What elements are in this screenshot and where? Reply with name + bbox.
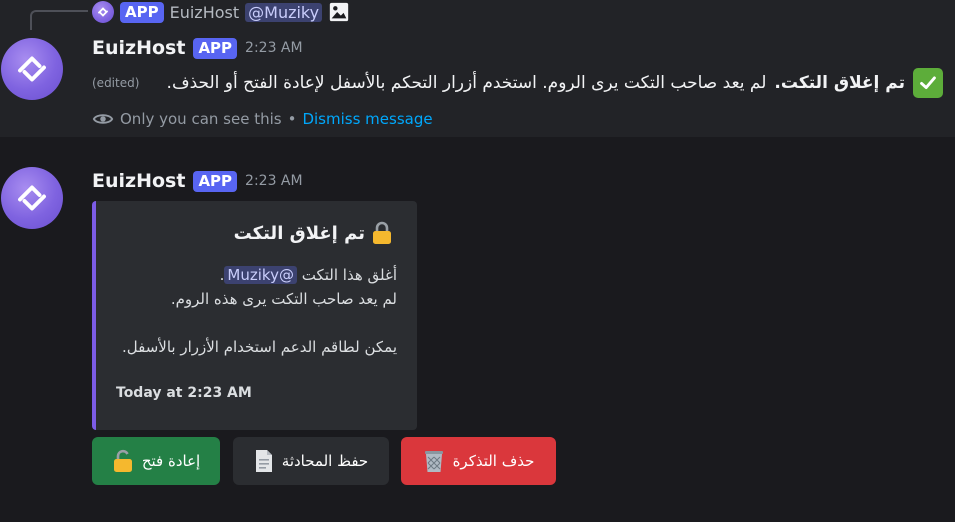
reopen-button[interactable]: إعادة فتح (92, 437, 220, 485)
reply-author-name[interactable]: EuizHost (170, 3, 240, 22)
document-icon (255, 450, 272, 472)
ephemeral-message: APP EuizHost @Muziky EuizHost APP 2:23 A… (0, 0, 955, 137)
reply-app-badge: APP (120, 1, 164, 23)
author-name[interactable]: EuizHost (92, 37, 185, 59)
embed-line-1: أغلق هذا التكت @Muziky. (122, 263, 397, 287)
bot-logo-icon (18, 56, 46, 82)
unlock-icon (113, 449, 132, 472)
embed-card: تم إغلاق التكت أغلق هذا التكت @Muziky. ل… (92, 201, 417, 430)
message-bold-text: تم إغلاق التكت. (774, 73, 905, 93)
author-avatar[interactable] (1, 167, 63, 229)
eye-icon (92, 114, 114, 124)
delete-ticket-button[interactable]: حذف التذكرة (401, 437, 556, 485)
bot-logo-icon (18, 185, 46, 211)
check-mark-icon (913, 68, 943, 98)
embed-mention[interactable]: @Muziky (224, 266, 297, 284)
separator-dot: • (287, 110, 297, 128)
embed-footer-timestamp: Today at 2:23 AM (116, 385, 252, 401)
author-avatar[interactable] (1, 38, 63, 100)
reply-mention[interactable]: @Muziky (245, 2, 323, 22)
reply-reference[interactable]: APP EuizHost @Muziky (92, 0, 350, 24)
ephemeral-notice: Only you can see this • Dismiss message (92, 108, 433, 130)
timestamp[interactable]: 2:23 AM (245, 173, 303, 189)
message-header: EuizHost APP 2:23 AM (92, 37, 303, 59)
image-icon (329, 2, 349, 22)
app-badge: APP (193, 37, 238, 59)
embed-line-3: يمكن لطاقم الدعم استخدام الأزرار بالأسفل… (121, 338, 397, 356)
timestamp[interactable]: 2:23 AM (245, 40, 303, 56)
app-badge: APP (193, 170, 238, 192)
message-content: تم إغلاق التكت. لم يعد صاحب التكت يرى ال… (167, 68, 943, 98)
embed-title-text: تم إغلاق التكت (233, 222, 365, 244)
save-transcript-button[interactable]: حفظ المحادثة (233, 437, 389, 485)
wastebasket-icon (424, 451, 443, 472)
embed-description: أغلق هذا التكت @Muziky. لم يعد صاحب التك… (122, 263, 397, 359)
embed-title: تم إغلاق التكت (234, 221, 393, 245)
bot-logo-icon (98, 7, 108, 17)
save-transcript-label: حفظ المحادثة (281, 452, 369, 470)
lock-icon (373, 221, 391, 244)
embed-line-2: لم يعد صاحب التكت يرى هذه الروم. (170, 290, 397, 308)
message-header: EuizHost APP 2:23 AM (92, 170, 303, 192)
delete-ticket-label: حذف التذكرة (452, 452, 535, 470)
reply-spine (30, 10, 88, 30)
reply-avatar (92, 1, 114, 23)
edited-label: (edited) (92, 76, 140, 90)
embed-line1-prefix: أغلق هذا التكت (301, 266, 397, 284)
reopen-label: إعادة فتح (141, 452, 201, 470)
message-text: لم يعد صاحب التكت يرى الروم. استخدم أزرا… (166, 73, 767, 93)
author-name[interactable]: EuizHost (92, 170, 185, 192)
dismiss-message-link[interactable]: Dismiss message (302, 110, 432, 128)
only-you-text: Only you can see this (120, 110, 282, 128)
